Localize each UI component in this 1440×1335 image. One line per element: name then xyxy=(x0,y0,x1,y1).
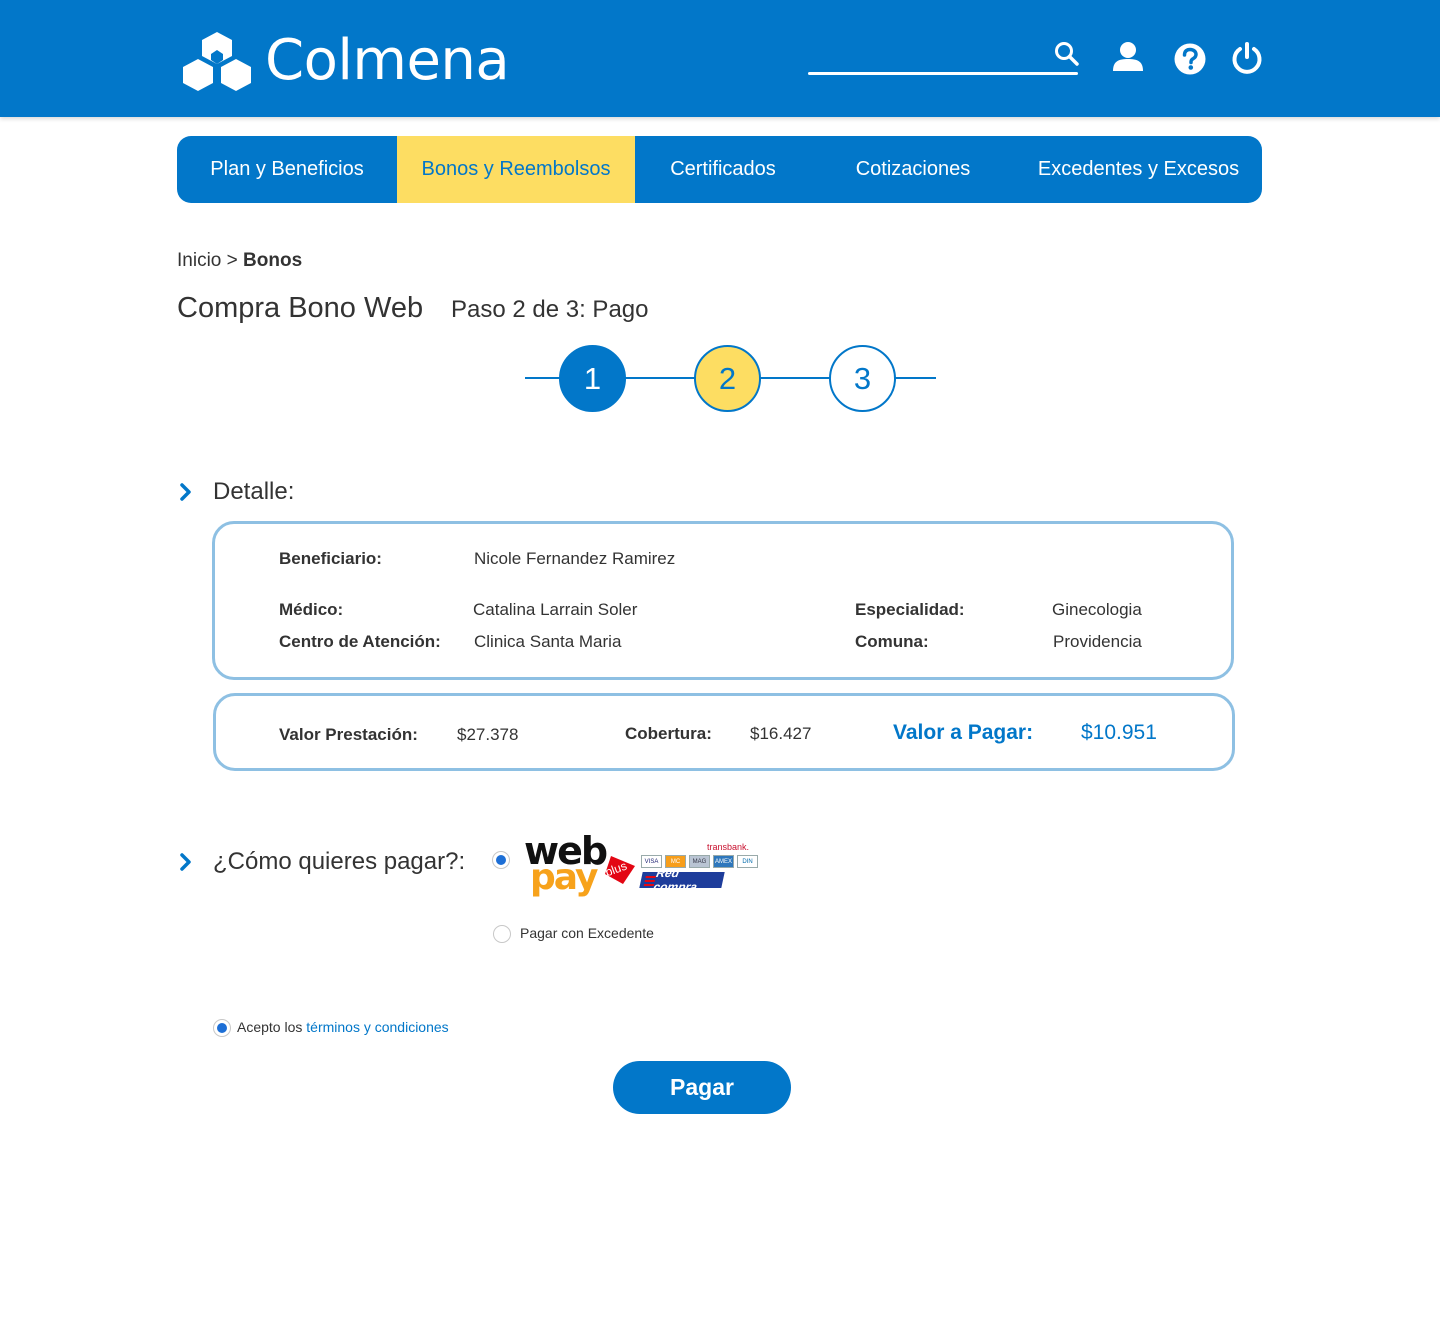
especialidad-value: Ginecologia xyxy=(1052,600,1142,619)
stepper-line xyxy=(759,377,830,379)
nav-item-plan-beneficios[interactable]: Plan y Beneficios xyxy=(177,136,397,203)
nav-item-cotizaciones[interactable]: Cotizaciones xyxy=(811,136,1015,203)
step-3: 3 xyxy=(829,345,896,412)
beneficiario-value: Nicole Fernandez Ramirez xyxy=(474,549,676,568)
power-icon[interactable] xyxy=(1230,41,1264,75)
breadcrumb: Inicio > Bonos xyxy=(177,250,302,272)
step-1: 1 xyxy=(559,345,626,412)
excedente-radio[interactable] xyxy=(493,925,511,943)
chevron-right-icon xyxy=(180,853,191,871)
nav-item-bonos-reembolsos[interactable]: Bonos y Reembolsos xyxy=(397,136,635,203)
transbank-text: transbank. xyxy=(707,842,750,852)
breadcrumb-current: Bonos xyxy=(243,250,303,271)
valor-pagar-label: Valor a Pagar: xyxy=(893,721,1034,744)
medico-value: Catalina Larrain Soler xyxy=(473,600,638,619)
especialidad-label: Especialidad: xyxy=(855,600,965,619)
comuna-value: Providencia xyxy=(1053,632,1142,651)
medico-label: Médico: xyxy=(279,600,344,619)
webpay-radio[interactable] xyxy=(492,851,510,869)
search-input[interactable] xyxy=(808,72,1078,75)
stepper-line xyxy=(525,377,561,379)
terms-prefix: Acepto los xyxy=(237,1019,303,1035)
webpay-pay-text: pay xyxy=(530,857,598,898)
terms-link[interactable]: términos y condiciones xyxy=(306,1019,448,1035)
centro-value: Clinica Santa Maria xyxy=(474,632,622,651)
stepper-line xyxy=(624,377,695,379)
valor-pagar-value: $10.951 xyxy=(1081,721,1157,744)
valor-prestacion-label: Valor Prestación: xyxy=(279,725,418,744)
brand-name: Colmena xyxy=(265,28,510,93)
cobertura-label: Cobertura: xyxy=(625,724,712,743)
redcompra-badge: Red compra xyxy=(639,866,725,894)
cobertura-value: $16.427 xyxy=(750,724,812,743)
breadcrumb-home[interactable]: Inicio xyxy=(177,250,221,271)
redcompra-text: Red compra xyxy=(652,866,699,894)
payment-heading-text: ¿Cómo quieres pagar?: xyxy=(213,848,466,875)
top-header: Colmena xyxy=(0,0,1440,117)
search-icon[interactable] xyxy=(1053,40,1081,68)
main-nav: Plan y Beneficios Bonos y Reembolsos Cer… xyxy=(177,136,1262,203)
centro-label: Centro de Atención: xyxy=(279,632,441,651)
detail-heading-text: Detalle: xyxy=(213,478,295,505)
progress-stepper: 1 2 3 xyxy=(525,345,936,412)
diners-card-icon: DIN xyxy=(737,855,758,868)
help-icon[interactable] xyxy=(1173,42,1207,76)
nav-item-certificados[interactable]: Certificados xyxy=(635,136,811,203)
hexagon-logo-icon xyxy=(183,32,251,91)
page-title: Compra Bono Web xyxy=(177,292,424,324)
terms-text: Acepto los términos y condiciones xyxy=(237,1019,449,1035)
excedente-label[interactable]: Pagar con Excedente xyxy=(520,925,654,941)
payment-heading: ¿Cómo quieres pagar?: xyxy=(177,848,465,876)
page-step-text: Paso 2 de 3: Pago xyxy=(451,296,649,323)
detail-card: Beneficiario: Nicole Fernandez Ramirez M… xyxy=(212,521,1234,680)
user-icon[interactable] xyxy=(1111,40,1145,74)
stepper-line xyxy=(894,377,936,379)
totals-card: Valor Prestación: $27.378 Cobertura: $16… xyxy=(213,693,1235,771)
nav-item-excedentes-excesos[interactable]: Excedentes y Excesos xyxy=(1015,136,1262,203)
chevron-right-icon xyxy=(180,483,191,501)
comuna-label: Comuna: xyxy=(855,632,929,651)
detail-heading: Detalle: xyxy=(177,478,294,506)
beneficiario-label: Beneficiario: xyxy=(279,549,382,568)
breadcrumb-separator: > xyxy=(226,250,238,271)
step-2: 2 xyxy=(694,345,761,412)
webpay-plus-logo[interactable]: web pay plus transbank. VISA MC MAG AMEX… xyxy=(524,832,758,898)
colmena-logo[interactable]: Colmena xyxy=(179,28,510,93)
terms-checkbox[interactable] xyxy=(213,1019,231,1037)
pay-button[interactable]: Pagar xyxy=(613,1061,791,1114)
valor-prestacion-value: $27.378 xyxy=(457,725,519,744)
